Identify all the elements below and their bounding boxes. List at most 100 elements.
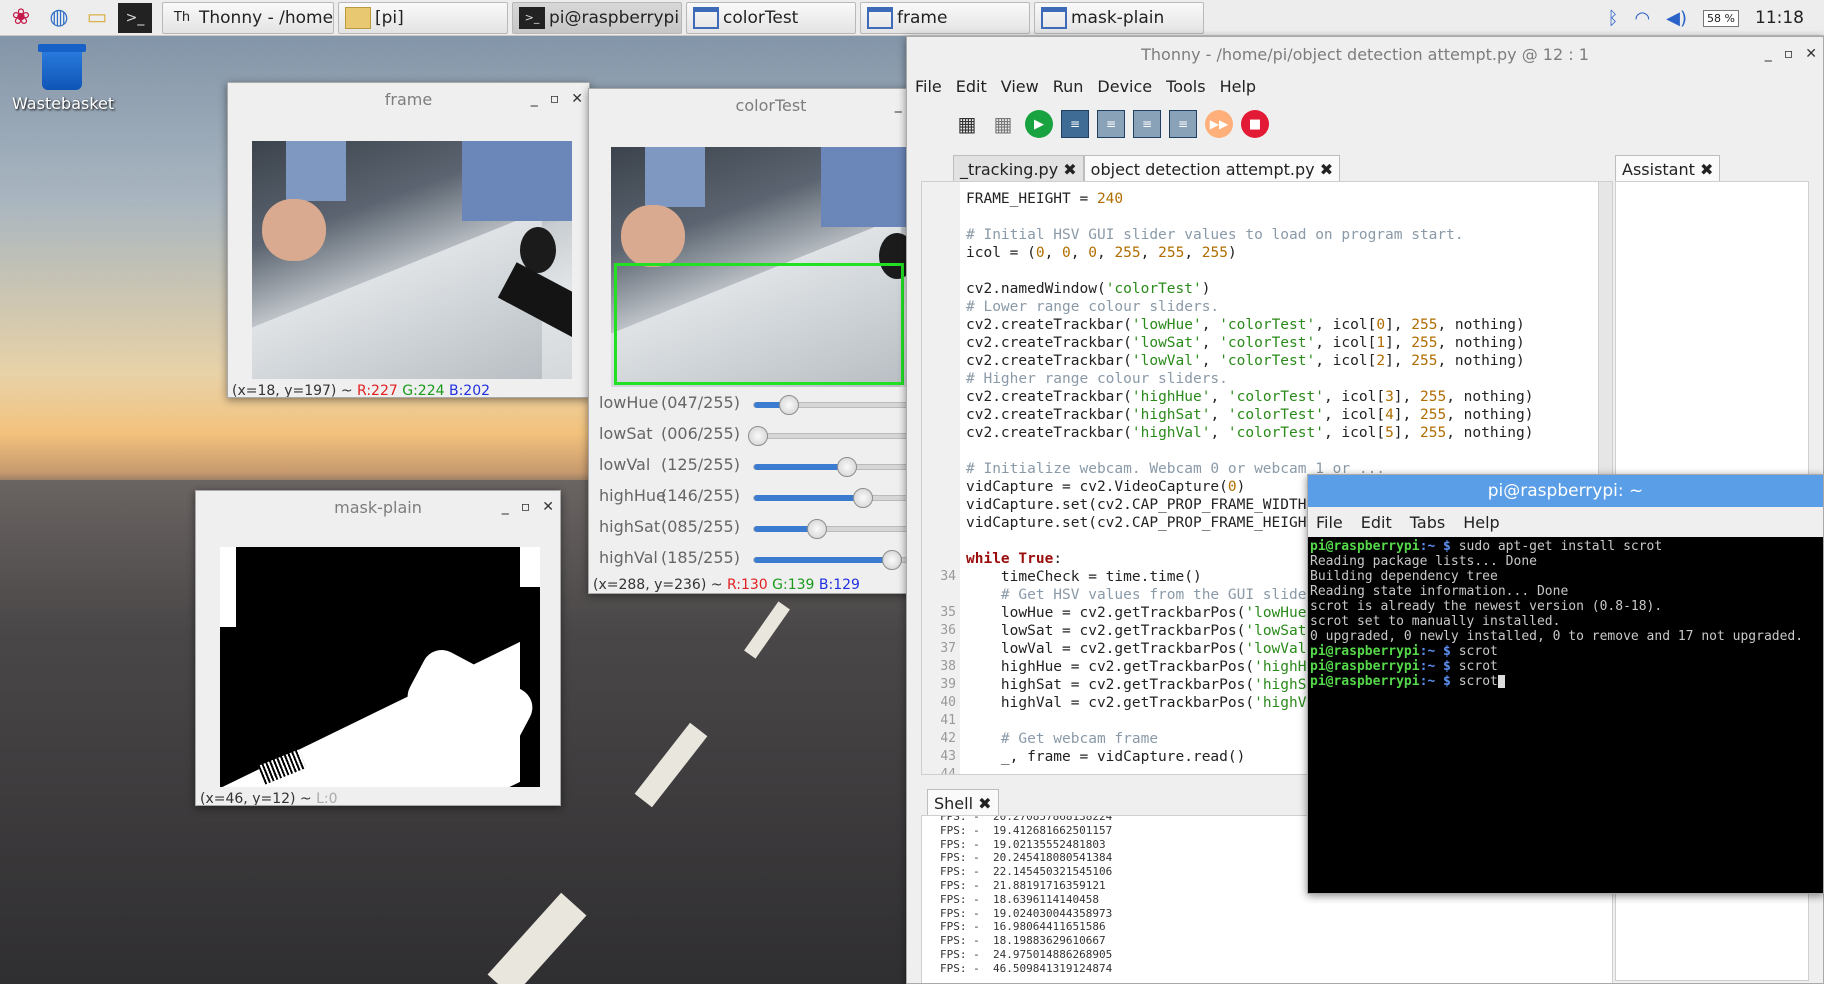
tab-object-detection[interactable]: object detection attempt.py ✖ [1083,155,1341,183]
menu-file[interactable]: File [1316,513,1343,532]
road-marking [744,601,790,659]
resume-icon[interactable]: ▶▶ [1205,110,1233,138]
taskbar-item-mask-plain[interactable]: mask-plain [1034,1,1204,34]
maximize-icon[interactable]: ▫ [550,91,560,107]
code-token: ) [1228,245,1237,261]
debug-icon[interactable]: ≡ [1061,110,1089,138]
maximize-icon[interactable]: ▫ [1784,46,1794,62]
save-as-icon[interactable]: ▦ [989,110,1017,138]
terminal-output[interactable]: pi@raspberrypi:~ $ sudo apt-get install … [1308,537,1823,893]
raspberry-menu-icon[interactable]: ❀ [4,3,38,33]
run-icon[interactable]: ▶ [1025,110,1053,138]
code-token: vidCapture = cv2.VideoCapture( [966,479,1228,495]
close-icon[interactable]: ✖ [978,794,991,813]
menu-run[interactable]: Run [1053,77,1084,96]
maximize-icon[interactable]: ▫ [521,499,531,515]
menu-edit[interactable]: Edit [1361,513,1392,532]
volume-icon[interactable]: ◀) [1666,8,1687,29]
code-line: _, frame = vidCapture.read() [966,748,1245,766]
tab-tracking[interactable]: _tracking.py ✖ [953,155,1084,183]
road-marking [487,892,587,984]
close-icon[interactable]: ✕ [542,499,554,515]
cpu-usage-monitor[interactable]: 58 % [1703,9,1739,27]
stop-icon[interactable]: ■ [1241,110,1269,138]
taskbar-item-colortest[interactable]: colorTest [686,1,856,34]
menu-help[interactable]: Help [1463,513,1499,532]
code-token: 255 [1420,407,1447,423]
trackbar-knob[interactable] [881,550,902,570]
web-browser-icon[interactable]: ◍ [42,3,76,33]
step-into-icon[interactable]: ≡ [1133,110,1161,138]
terminal-titlebar[interactable]: pi@raspberrypi: ~ [1308,475,1823,507]
minimize-icon[interactable]: _ [1765,46,1772,62]
code-token: while [966,551,1010,567]
window-title: Thonny - /home/pi/object detection attem… [1141,44,1589,64]
menu-view[interactable]: View [1001,77,1039,96]
clock[interactable]: 11:18 [1755,8,1804,28]
shell-line: FPS: - 18.6396114140458 [940,892,1099,906]
window-titlebar[interactable]: frame _ ▫ ✕ [228,83,589,115]
window-titlebar[interactable]: colorTest _ ▫ ✕ [589,89,953,121]
terminal-line: 0 upgraded, 0 newly installed, 0 to remo… [1310,629,1803,644]
desktop-icon-wastebasket[interactable]: Wastebasket [12,44,115,113]
window-titlebar[interactable]: Thonny - /home/pi/object detection attem… [907,37,1823,71]
code-token: cv2.createTrackbar( [966,407,1132,423]
code-line: lowSat = cv2.getTrackbarPos('lowSat' [966,622,1315,640]
trackbar-knob[interactable] [779,395,800,415]
pixel-b: B:202 [448,383,491,398]
code-token: 5 [1385,425,1394,441]
save-icon[interactable]: ▦ [953,110,981,138]
trackbar-knob[interactable] [837,457,858,477]
step-over-icon[interactable]: ≡ [1097,110,1125,138]
menu-device[interactable]: Device [1097,77,1152,96]
code-token: # Lower range colour sliders. [966,299,1220,315]
taskbar-item-label: frame [897,7,948,28]
minimize-icon[interactable]: _ [531,91,538,107]
code-token: 3 [1385,389,1394,405]
taskbar-item-frame[interactable]: frame [860,1,1030,34]
close-icon[interactable]: ✕ [571,91,583,107]
close-icon[interactable]: ✕ [1805,46,1817,62]
minimize-icon[interactable]: _ [502,499,509,515]
desktop-icon-label: Wastebasket [12,94,115,113]
mask-noise [220,547,236,627]
close-icon[interactable]: ✖ [1063,160,1076,179]
menu-help[interactable]: Help [1220,77,1256,96]
menu-edit[interactable]: Edit [956,77,987,96]
window-icon [1041,6,1067,29]
menu-tools[interactable]: Tools [1166,77,1205,96]
window-controls: _ ▫ ✕ [1765,37,1817,71]
folder-icon [345,6,371,29]
line-number: 34 [940,569,956,584]
bluetooth-icon[interactable]: ᛒ [1608,8,1619,29]
menu-tabs[interactable]: Tabs [1410,513,1445,532]
terminal-launcher-icon[interactable]: >_ [118,2,152,33]
tab-shell[interactable]: Shell ✖ [927,789,999,817]
code-token: 0 [1227,479,1237,495]
code-token: 'highSat' [1131,407,1211,423]
trackbar-label: lowHue [599,392,659,412]
taskbar-item-files[interactable]: [pi] [338,1,508,34]
trackbar-label: lowVal [599,454,651,474]
window-title: pi@raspberrypi: ~ [1487,481,1644,501]
close-icon[interactable]: ✖ [1700,160,1713,179]
step-out-icon[interactable]: ≡ [1169,110,1197,138]
code-token: ], [1385,353,1412,369]
taskbar-item-thonny[interactable]: Th Thonny - /home/pi/... [162,1,334,34]
close-icon[interactable]: ✖ [1320,160,1333,179]
trackbar-value: (085/255) [661,516,740,536]
code-line: icol = (0, 0, 0, 255, 255, 255) [966,244,1237,262]
file-manager-icon[interactable]: ▭ [80,3,114,33]
wifi-icon[interactable]: ◠ [1634,8,1650,29]
code-token: , icol[ [1323,389,1386,405]
code-token: 0 [1062,245,1071,261]
trackbar-fill [754,464,848,470]
minimize-icon[interactable]: _ [895,97,902,113]
menu-file[interactable]: File [915,77,942,96]
trackbar-knob[interactable] [852,488,873,508]
tab-assistant[interactable]: Assistant ✖ [1615,155,1721,183]
code-line: # Lower range colour sliders. [966,298,1219,316]
window-titlebar[interactable]: mask-plain _ ▫ ✕ [196,491,560,523]
taskbar-item-terminal[interactable]: >_ pi@raspberrypi: ~ [512,1,682,34]
sleeve [645,147,705,207]
